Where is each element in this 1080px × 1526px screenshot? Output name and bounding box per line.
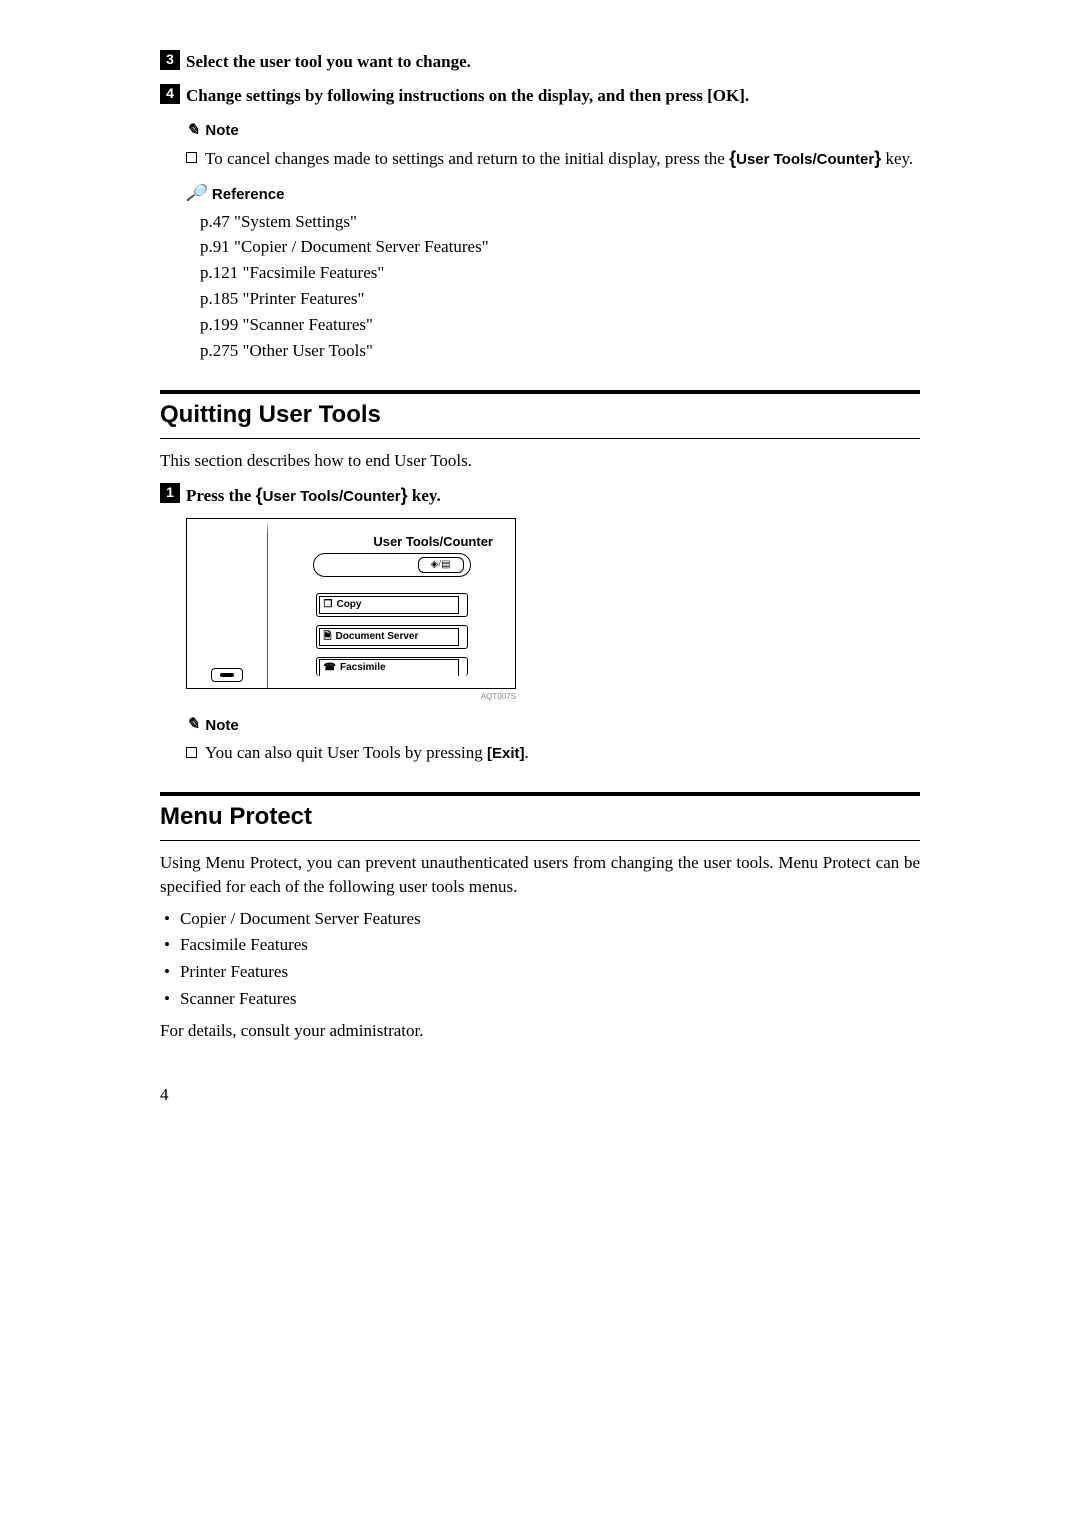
- section-heading-quitting: Quitting User Tools: [160, 390, 920, 439]
- note2-text: You can also quit User Tools by pressing…: [205, 741, 529, 765]
- step-number-1: 1: [160, 483, 180, 503]
- note-item-2: You can also quit User Tools by pressing…: [186, 741, 920, 765]
- magnifier-icon: 🔎: [186, 183, 206, 205]
- list-item: Printer Features: [164, 960, 920, 984]
- step1-text-a: Press the: [186, 486, 256, 505]
- note-text-a: To cancel changes made to settings and r…: [205, 149, 729, 168]
- copy-button[interactable]: ❐Copy: [319, 596, 459, 614]
- menu-footer: For details, consult your administrator.: [160, 1019, 920, 1043]
- panel-slot: [211, 668, 243, 682]
- ref-item: p.121 "Facsimile Features": [200, 261, 920, 285]
- copy-icon: ❐: [324, 598, 333, 612]
- list-item: Facsimile Features: [164, 933, 920, 957]
- docserver-icon: 🗎: [324, 630, 332, 644]
- panel-left-area: [187, 519, 268, 688]
- ref-item: p.91 "Copier / Document Server Features": [200, 235, 920, 259]
- note2-text-b: .: [525, 743, 529, 762]
- note2-text-a: You can also quit User Tools by pressing: [205, 743, 487, 762]
- page-number: 4: [160, 1083, 920, 1107]
- step-number-4: 4: [160, 84, 180, 104]
- step-number-3: 3: [160, 50, 180, 70]
- menu-body: Using Menu Protect, you can prevent unau…: [160, 851, 920, 899]
- key-label-usertools-2: User Tools/Counter: [263, 488, 401, 505]
- reference-list: p.47 "System Settings" p.91 "Copier / Do…: [186, 210, 920, 363]
- step1-text-b: key.: [408, 486, 441, 505]
- open-bracket: {: [256, 485, 263, 505]
- docserver-label: Document Server: [336, 630, 419, 644]
- ref-item: p.47 "System Settings": [200, 210, 920, 234]
- square-bullet-icon: [186, 152, 197, 163]
- close-bracket: }: [401, 485, 408, 505]
- note-text-b: key.: [881, 149, 913, 168]
- pencil-icon: ✎: [186, 714, 199, 736]
- utc-inner-button[interactable]: ◈/▤: [418, 557, 464, 573]
- copy-label: Copy: [336, 598, 361, 612]
- ref-item: p.185 "Printer Features": [200, 287, 920, 311]
- section-heading-menuprotect: Menu Protect: [160, 792, 920, 841]
- panel-outer: User Tools/Counter ◈/▤ ❐Copy 🗎 Document S…: [186, 518, 516, 689]
- docserver-button[interactable]: 🗎 Document Server: [319, 628, 459, 646]
- step-1-quitting: 1 Press the {User Tools/Counter} key.: [160, 483, 920, 508]
- step-1-text: Press the {User Tools/Counter} key.: [186, 483, 441, 508]
- docserver-button-wrap[interactable]: 🗎 Document Server: [316, 625, 468, 649]
- note-text: To cancel changes made to settings and r…: [205, 146, 913, 171]
- utc-icon: ◈/▤: [431, 558, 451, 572]
- note-label: Note: [205, 120, 238, 141]
- note-block-1: ✎ Note To cancel changes made to setting…: [186, 120, 920, 363]
- ref-item: p.199 "Scanner Features": [200, 313, 920, 337]
- list-item: Copier / Document Server Features: [164, 907, 920, 931]
- user-tools-counter-label: User Tools/Counter: [286, 533, 497, 551]
- note-heading: ✎ Note: [186, 120, 920, 142]
- note-block-2: ✎ Note You can also quit User Tools by p…: [186, 714, 920, 764]
- panel-right-area: User Tools/Counter ◈/▤ ❐Copy 🗎 Document S…: [268, 519, 515, 688]
- exit-bold: [Exit]: [487, 745, 525, 762]
- figure-code: AQT007S: [186, 691, 516, 702]
- square-bullet-icon: [186, 747, 197, 758]
- user-tools-counter-button[interactable]: ◈/▤: [313, 553, 471, 577]
- step-4-text: Change settings by following instruction…: [186, 84, 749, 108]
- fax-button[interactable]: ☎ Facsimile: [319, 659, 459, 676]
- note-label-2: Note: [205, 715, 238, 736]
- step-3-text: Select the user tool you want to change.: [186, 50, 471, 74]
- reference-heading: 🔎 Reference: [186, 183, 920, 205]
- step-4: 4 Change settings by following instructi…: [160, 84, 920, 108]
- key-label-usertools: User Tools/Counter: [736, 151, 874, 168]
- menu-feature-list: Copier / Document Server Features Facsim…: [160, 907, 920, 1011]
- note-item: To cancel changes made to settings and r…: [186, 146, 920, 171]
- step-3: 3 Select the user tool you want to chang…: [160, 50, 920, 74]
- fax-icon: ☎: [324, 661, 336, 675]
- control-panel-figure: User Tools/Counter ◈/▤ ❐Copy 🗎 Document S…: [186, 518, 516, 702]
- slot-inner: [220, 673, 234, 677]
- note-heading-2: ✎ Note: [186, 714, 920, 736]
- quitting-intro: This section describes how to end User T…: [160, 449, 920, 473]
- list-item: Scanner Features: [164, 987, 920, 1011]
- pencil-icon: ✎: [186, 120, 199, 142]
- copy-button-wrap[interactable]: ❐Copy: [316, 593, 468, 617]
- ref-item: p.275 "Other User Tools": [200, 339, 920, 363]
- fax-label: Facsimile: [340, 661, 386, 675]
- fax-button-wrap[interactable]: ☎ Facsimile: [316, 657, 468, 676]
- reference-label: Reference: [212, 184, 285, 205]
